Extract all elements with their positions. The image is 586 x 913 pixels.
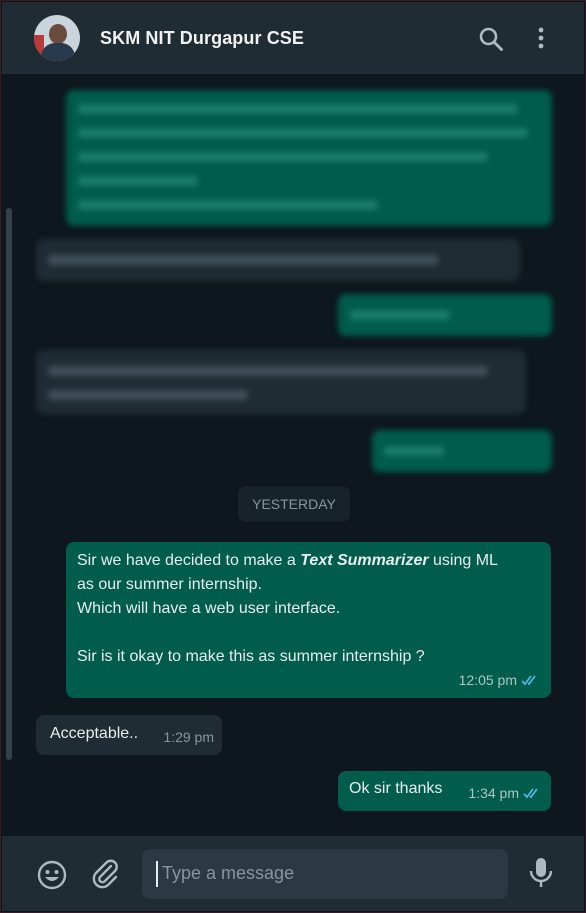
- message-meta: 12:05 pm: [459, 668, 539, 692]
- message-list[interactable]: YESTERDAY Sir we have decided to make a …: [2, 74, 584, 836]
- emoji-icon[interactable]: [36, 859, 68, 891]
- message-meta: 1:34 pm: [468, 781, 541, 805]
- search-icon[interactable]: [478, 26, 504, 52]
- text-caret: [156, 861, 158, 887]
- date-separator: YESTERDAY: [238, 486, 350, 522]
- avatar[interactable]: [34, 15, 80, 61]
- mic-icon[interactable]: [527, 856, 555, 890]
- message-input[interactable]: Type a message: [142, 849, 508, 899]
- message-text: Ok sir thanks: [349, 780, 443, 797]
- message-time: 1:34 pm: [468, 785, 519, 801]
- chat-header: SKM NIT Durgapur CSE: [2, 2, 584, 74]
- attach-icon[interactable]: [90, 858, 120, 890]
- message-text: Acceptable..: [50, 725, 139, 742]
- message-bubble-incoming[interactable]: Acceptable.. 1:29 pm: [36, 715, 222, 755]
- read-receipt-icon: [521, 675, 536, 686]
- message-bubble-blurred: [36, 239, 520, 281]
- message-input-placeholder: Type a message: [162, 863, 295, 883]
- message-time: 12:05 pm: [458, 672, 517, 688]
- scrollbar[interactable]: [6, 208, 12, 760]
- message-time: 1:29 pm: [163, 729, 214, 745]
- message-bubble-blurred: [66, 90, 552, 226]
- message-text: Sir we have decided to make a Text Summa…: [77, 552, 498, 665]
- message-bubble-blurred: [36, 350, 526, 414]
- emphasized-text: Text Summarizer: [300, 552, 429, 569]
- message-bubble-blurred: [372, 430, 552, 472]
- message-bubble-outgoing[interactable]: Sir we have decided to make a Text Summa…: [66, 542, 551, 698]
- message-meta: 1:29 pm: [163, 725, 214, 749]
- message-bubble-blurred: [338, 294, 552, 336]
- chat-title[interactable]: SKM NIT Durgapur CSE: [100, 28, 304, 49]
- read-receipt-icon: [523, 788, 538, 799]
- message-bubble-outgoing[interactable]: Ok sir thanks 1:34 pm: [338, 771, 551, 811]
- composer-bar: Type a message: [2, 836, 584, 911]
- menu-icon[interactable]: [531, 26, 551, 52]
